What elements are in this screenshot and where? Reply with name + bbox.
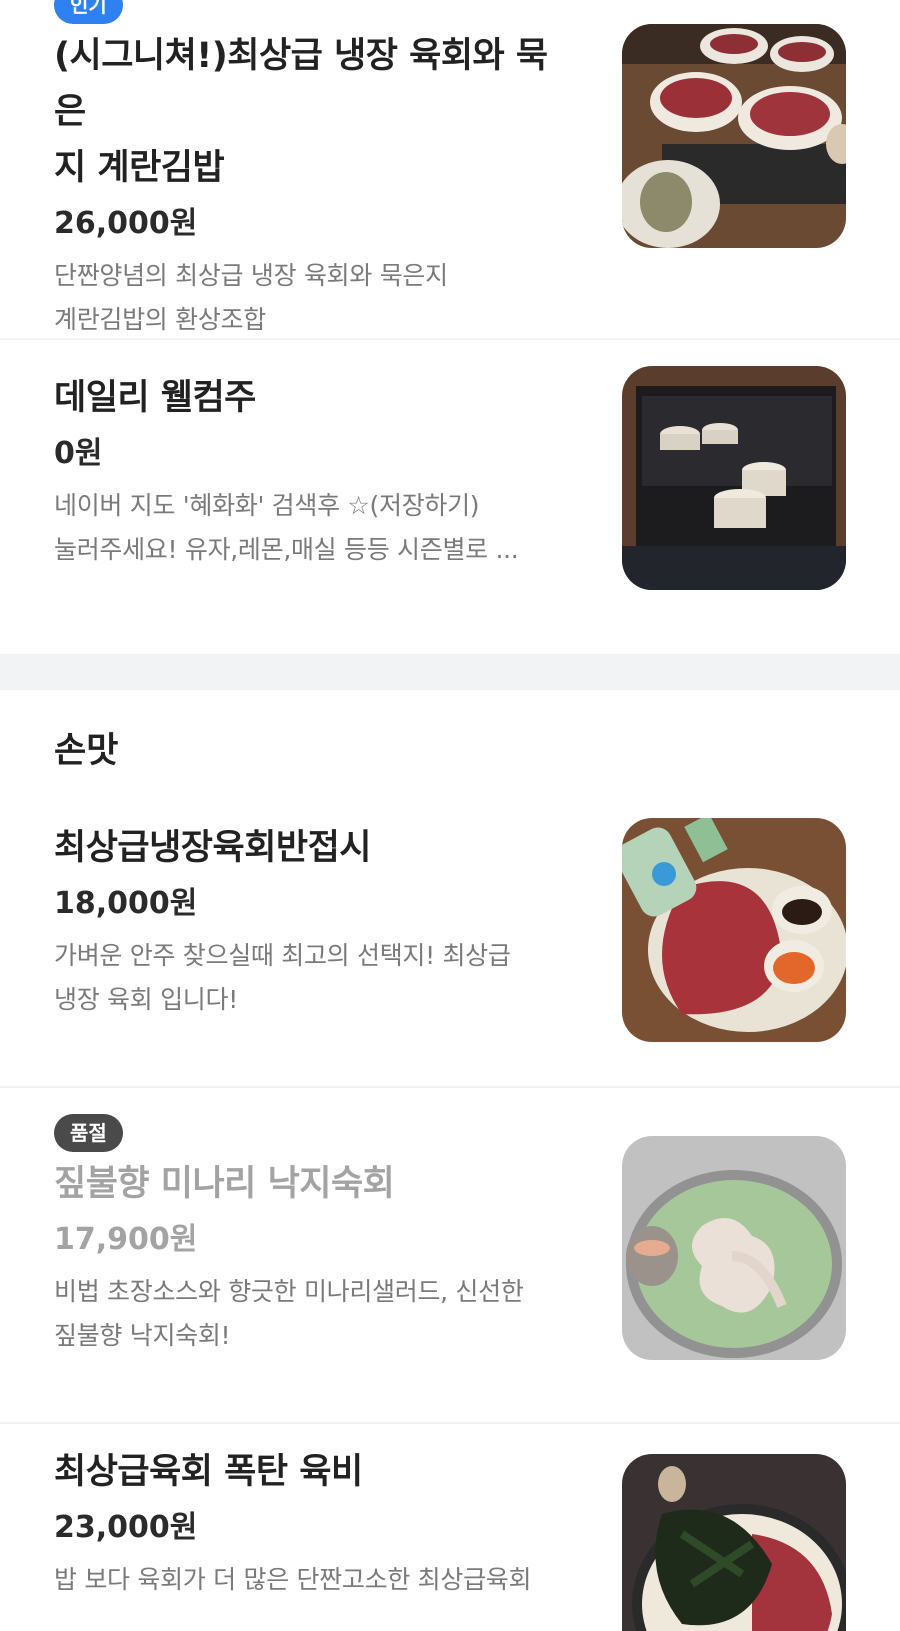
menu-item-name: 짚불향 미나리 낙지숙회: [54, 1156, 574, 1212]
menu-item-daily-welcome-drink[interactable]: 데일리 웰컴주 0원 네이버 지도 '혜화화' 검색후 ☆(저장하기) 눌러주세…: [0, 340, 900, 654]
menu-page: 인기 (시그니쳐!)최상급 냉장 육회와 묵은 지 계란김밥 26,000원 단…: [0, 0, 900, 1631]
yukhoe-plate-image: [622, 818, 846, 1042]
menu-item-nakji-sukhoe[interactable]: 품절 짚불향 미나리 낙지숙회 17,900원 비법 초장소스와 향긋한 미나리…: [0, 1088, 900, 1422]
menu-item-description: 비법 초장소스와 향긋한 미나리샐러드, 신선한 짚불향 낙지숙회!: [54, 1270, 574, 1358]
description-line: 눌러주세요! 유자,레몬,매실 등등 시즌별로 ...: [54, 535, 519, 564]
menu-item-price: 18,000원: [54, 886, 198, 921]
menu-item-yukhoe-bibimbap[interactable]: 최상급육회 폭탄 육비 23,000원 밥 보다 육회가 더 많은 단짠고소한 …: [0, 1424, 900, 1631]
description-line: 짚불향 낙지숙회!: [54, 1321, 231, 1350]
menu-item-price: 17,900원: [54, 1222, 198, 1257]
description-line: 비법 초장소스와 향긋한 미나리샐러드, 신선한: [54, 1277, 524, 1306]
menu-item-name-line: (시그니쳐!)최상급 냉장 육회와 묵은: [54, 36, 548, 132]
yukhoe-bibimbap-image: [622, 1454, 846, 1631]
menu-item-description: 가벼운 안주 찾으실때 최고의 선택지! 최상급 냉장 육회 입니다!: [54, 934, 574, 1022]
description-line: 네이버 지도 '혜화화' 검색후 ☆(저장하기): [54, 491, 480, 520]
description-line: 밥 보다 육회가 더 많은 단짠고소한 최상급육회: [54, 1565, 532, 1594]
description-line: 가벼운 안주 찾으실때 최고의 선택지! 최상급: [54, 941, 511, 970]
menu-item-yukhoe-half-plate[interactable]: 최상급냉장육회반접시 18,000원 가벼운 안주 찾으실때 최고의 선택지! …: [0, 800, 900, 1086]
sold-out-badge: 품절: [54, 1114, 123, 1152]
menu-item-name: (시그니쳐!)최상급 냉장 육회와 묵은 지 계란김밥: [54, 28, 574, 196]
menu-item-description: 밥 보다 육회가 더 많은 단짠고소한 최상급육회: [54, 1558, 574, 1602]
menu-item-name: 최상급냉장육회반접시: [54, 820, 574, 876]
menu-item-price: 0원: [54, 436, 103, 471]
section-separator: [0, 654, 900, 690]
menu-item-description: 네이버 지도 '혜화화' 검색후 ☆(저장하기) 눌러주세요! 유자,레몬,매실…: [54, 484, 574, 572]
menu-item-photo-yukhoe-bowls[interactable]: [622, 24, 846, 248]
menu-item-price: 26,000원: [54, 206, 198, 241]
description-line: 단짠양념의 최상급 냉장 육회와 묵은지: [54, 261, 448, 290]
menu-item-name-line: 최상급냉장육회반접시: [54, 828, 372, 868]
menu-item-photo-welcome-drink[interactable]: [622, 366, 846, 590]
menu-item-signature-yukhoe-kimbap[interactable]: 인기 (시그니쳐!)최상급 냉장 육회와 묵은 지 계란김밥 26,000원 단…: [0, 0, 900, 338]
menu-item-name-line: 최상급육회 폭탄 육비: [54, 1452, 363, 1492]
menu-item-photo-nakji-sukhoe[interactable]: [622, 1136, 846, 1360]
nakji-sukhoe-image: [622, 1136, 846, 1360]
section-title: 손맛: [54, 731, 119, 771]
menu-item-price: 23,000원: [54, 1510, 198, 1545]
menu-item-description: 단짠양념의 최상급 냉장 육회와 묵은지 계란김밥의 환상조합: [54, 254, 574, 342]
menu-item-name: 데일리 웰컴주: [54, 370, 574, 426]
menu-item-name: 최상급육회 폭탄 육비: [54, 1444, 574, 1500]
description-line: 계란김밥의 환상조합: [54, 305, 266, 334]
menu-item-name-line: 지 계란김밥: [54, 148, 225, 188]
yukhoe-bowls-image: [622, 24, 846, 248]
welcome-drink-image: [622, 366, 846, 590]
menu-item-name-line: 데일리 웰컴주: [54, 378, 256, 418]
menu-item-name-line: 짚불향 미나리 낙지숙회: [54, 1164, 395, 1204]
popular-badge: 인기: [54, 0, 123, 24]
description-line: 냉장 육회 입니다!: [54, 985, 238, 1014]
menu-item-photo-yukhoe-plate[interactable]: [622, 818, 846, 1042]
menu-item-photo-yukhoe-bibimbap[interactable]: [622, 1454, 846, 1631]
